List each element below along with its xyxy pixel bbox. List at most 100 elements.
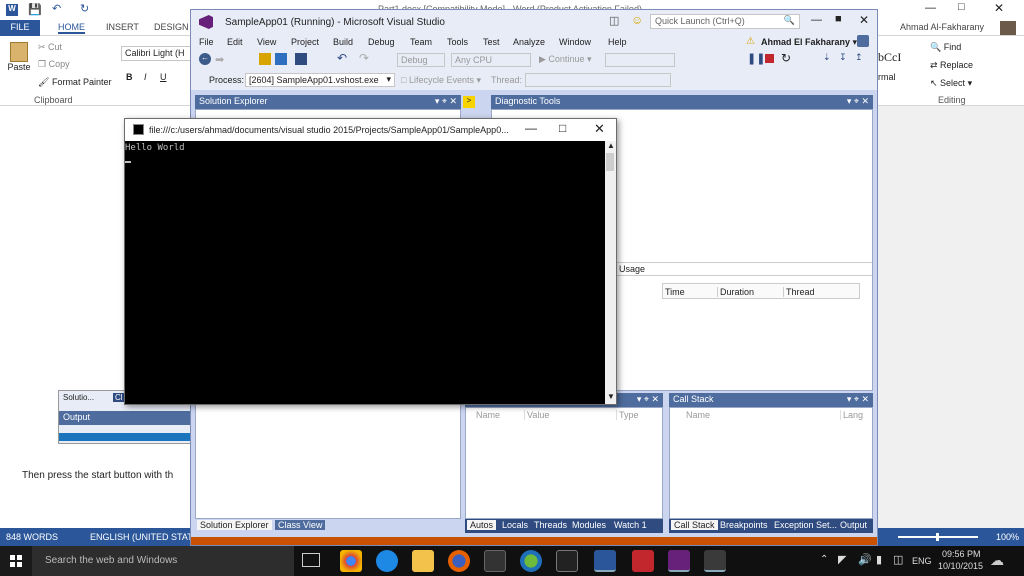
menu-debug[interactable]: Debug (368, 37, 395, 47)
menu-edit[interactable]: Edit (227, 37, 243, 47)
network-icon[interactable]: ◤ (838, 553, 846, 566)
file-explorer-icon[interactable] (412, 550, 434, 572)
underline-button[interactable]: U (160, 72, 167, 82)
console-output[interactable]: Hello World (125, 141, 605, 404)
quick-launch-input[interactable]: Quick Launch (Ctrl+Q) 🔍 (650, 14, 800, 29)
lifecycle-events-button[interactable]: □ Lifecycle Events ▾ (401, 75, 481, 86)
nav-back-icon[interactable]: ← (199, 53, 211, 65)
menu-test[interactable]: Test (483, 37, 500, 47)
notifications-icon[interactable]: ◫ (893, 553, 903, 566)
chrome-icon[interactable] (340, 550, 362, 572)
format-painter-button[interactable]: 🖌 Format Painter (38, 77, 111, 88)
tab-insert[interactable]: INSERT (106, 22, 139, 32)
menu-team[interactable]: Team (410, 37, 432, 47)
console-window[interactable]: file:///c:/users/ahmad/documents/visual … (124, 118, 617, 405)
tab-watch1[interactable]: Watch 1 (611, 520, 650, 530)
locals-pin-icon[interactable]: ▾ ⌖ ✕ (637, 394, 659, 405)
maximize-icon[interactable]: □ (958, 1, 965, 13)
step-over-icon[interactable]: ↧ (839, 52, 847, 63)
menu-project[interactable]: Project (291, 37, 319, 47)
clock-date[interactable]: 10/10/2015 (938, 561, 983, 571)
zoom-thumb[interactable] (936, 533, 939, 541)
feedback-smiley-icon[interactable]: ☺ (631, 13, 643, 27)
save-all-icon[interactable] (295, 53, 307, 65)
open-icon[interactable] (275, 53, 287, 65)
scroll-down-arrow[interactable]: ▼ (607, 392, 615, 401)
tab-class-view[interactable]: Class View (275, 520, 326, 530)
power-icon[interactable]: ▮ (876, 553, 882, 566)
pin-icon[interactable]: ▾ ⌖ ✕ (435, 96, 457, 107)
tab-breakpoints[interactable]: Breakpoints (717, 520, 771, 530)
tab-call-stack[interactable]: Call Stack (671, 520, 718, 530)
locals-col-name[interactable]: Name (476, 410, 500, 420)
browser-icon[interactable] (520, 550, 542, 572)
tab-locals[interactable]: Locals (499, 520, 531, 530)
col-duration[interactable]: Duration (717, 287, 754, 297)
scroll-thumb[interactable] (606, 153, 614, 171)
nav-forward-icon[interactable]: ➡ (215, 53, 224, 66)
language-indicator[interactable]: ENG (912, 556, 932, 566)
tab-home[interactable]: HOME (58, 22, 85, 34)
clock-time[interactable]: 09:56 PM (942, 549, 981, 559)
zoom-level[interactable]: 100% (996, 532, 1019, 542)
replace-button[interactable]: ⇄ Replace (930, 60, 973, 71)
target-select[interactable] (605, 53, 675, 67)
firefox-icon[interactable] (448, 550, 470, 572)
word-taskbar-icon[interactable] (594, 550, 616, 572)
cmd-icon[interactable] (556, 550, 578, 572)
vs-user[interactable]: Ahmad El Fakharany ▾ (761, 37, 857, 48)
col-thread[interactable]: Thread (783, 287, 815, 297)
platform-select[interactable]: Any CPU (451, 53, 531, 67)
font-name-select[interactable]: Calibri Light (H (121, 46, 191, 61)
search-box[interactable]: Search the web and Windows (32, 546, 294, 576)
callstack-pin-icon[interactable]: ▾ ⌖ ✕ (847, 394, 869, 405)
vs-close-icon[interactable]: ✕ (859, 13, 869, 27)
tab-autos[interactable]: Autos (467, 520, 497, 530)
account-icon[interactable] (857, 35, 869, 47)
vs-minimize-icon[interactable]: — (811, 14, 822, 26)
menu-tools[interactable]: Tools (447, 37, 468, 47)
italic-button[interactable]: I (144, 72, 147, 82)
callstack-col-lang[interactable]: Lang (840, 410, 863, 420)
volume-icon[interactable]: 🔊 (858, 553, 872, 566)
terminal-icon[interactable] (484, 550, 506, 572)
find-button[interactable]: 🔍 Find (930, 42, 961, 53)
tab-exception-settings[interactable]: Exception Set... (771, 520, 840, 530)
weather-icon[interactable]: ☁ (990, 552, 1004, 569)
cut-button[interactable]: ✂ Cut (38, 42, 62, 53)
visual-studio-icon[interactable] (668, 550, 690, 572)
step-into-icon[interactable]: ⇣ (823, 52, 831, 63)
new-project-icon[interactable] (259, 53, 271, 65)
col-time[interactable]: Time (665, 287, 685, 297)
vs-redo-icon[interactable]: ↷ (359, 51, 369, 65)
call-stack-pane[interactable]: Name Lang (669, 407, 873, 519)
menu-window[interactable]: Window (559, 37, 591, 47)
edge-icon[interactable] (376, 550, 398, 572)
stop-icon[interactable] (765, 54, 774, 63)
paste-button[interactable]: Paste (6, 42, 32, 84)
tab-design[interactable]: DESIGN (154, 22, 189, 32)
restart-icon[interactable]: ↻ (781, 51, 791, 65)
show-hidden-icons[interactable]: ⌃ (820, 554, 828, 565)
tab-modules[interactable]: Modules (569, 520, 609, 530)
vs-undo-icon[interactable]: ↶ (337, 51, 347, 65)
copy-button[interactable]: ❐ Copy (38, 59, 70, 70)
menu-analyze[interactable]: Analyze (513, 37, 545, 47)
bold-button[interactable]: B (126, 72, 133, 82)
undo-icon[interactable]: ↶ (52, 2, 61, 15)
continue-button[interactable]: ▶ Continue ▾ (539, 54, 591, 65)
locals-pane[interactable]: Name Value Type (465, 407, 663, 519)
word-count[interactable]: 848 WORDS (6, 532, 58, 542)
tab-solution-explorer[interactable]: Solution Explorer (197, 520, 272, 530)
console-close-icon[interactable]: ✕ (594, 121, 605, 137)
debug-location-marker[interactable]: > (463, 96, 475, 108)
vs-maximize-icon[interactable]: ■ (835, 13, 842, 25)
callstack-col-name[interactable]: Name (686, 410, 710, 420)
diag-pin-icon[interactable]: ▾ ⌖ ✕ (847, 96, 869, 107)
tab-output[interactable]: Output (837, 520, 870, 530)
task-view-icon[interactable] (302, 553, 320, 567)
tab-threads[interactable]: Threads (531, 520, 570, 530)
console-maximize-icon[interactable]: □ (559, 121, 566, 135)
process-select[interactable]: [2604] SampleApp01.vshost.exe ▾ (245, 73, 395, 87)
step-out-icon[interactable]: ↥ (855, 52, 863, 63)
